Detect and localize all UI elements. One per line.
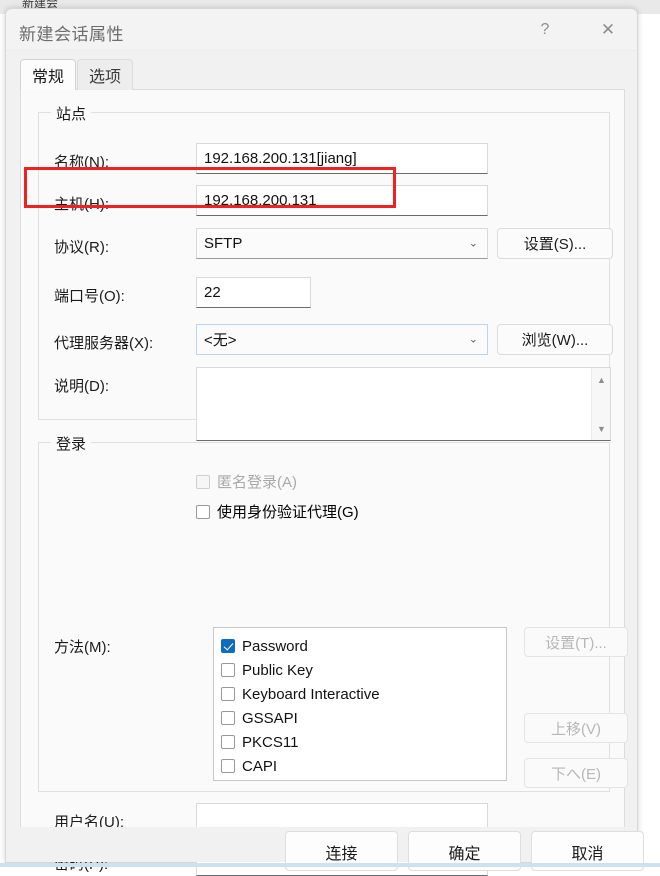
proxy-value: <无> — [204, 329, 237, 350]
protocol-combobox[interactable]: SFTP ⌄ — [196, 228, 488, 259]
auth-method-label: CAPI — [242, 758, 277, 775]
port-label: 端口号(O): — [54, 285, 125, 306]
anonymous-login-checkbox-row: 匿名登录(A) — [196, 471, 297, 492]
new-session-properties-dialog: 新建会话属性 ? ✕ 常规 选项 站点 名称(N): 192.168.200.1… — [5, 8, 638, 863]
use-auth-agent-checkbox[interactable] — [196, 505, 210, 519]
protocol-label: 协议(R): — [54, 236, 109, 257]
host-input[interactable]: 192.168.200.131 — [196, 185, 488, 216]
use-auth-agent-label: 使用身份验证代理(G) — [217, 501, 359, 522]
dialog-title: 新建会话属性 — [19, 20, 124, 45]
host-label: 主机(H): — [54, 193, 109, 214]
description-textarea[interactable]: ▲ ▼ — [196, 367, 611, 441]
method-move-up-button[interactable]: 上移(V) — [524, 713, 628, 743]
auth-method-checkbox[interactable] — [221, 735, 235, 749]
auth-method-label: Password — [242, 638, 308, 655]
anonymous-login-checkbox — [196, 475, 210, 489]
close-icon[interactable]: ✕ — [585, 9, 631, 51]
auth-method-label: GSSAPI — [242, 710, 298, 727]
tab-panel-general: 站点 名称(N): 192.168.200.131[jiang] 主机(H): … — [20, 89, 625, 829]
auth-method-checkbox[interactable] — [221, 687, 235, 701]
auth-method-item[interactable]: PKCS11 — [221, 730, 506, 754]
auth-method-list[interactable]: Password Public Key Keyboard Interactive GS… — [213, 627, 507, 781]
auth-method-item[interactable]: Password — [221, 634, 506, 658]
taskbar-strip — [0, 863, 660, 867]
dialog-footer: 连接 确定 取消 — [6, 827, 637, 862]
protocol-settings-button[interactable]: 设置(S)... — [497, 228, 613, 259]
method-label: 方法(M): — [54, 636, 111, 657]
auth-method-item[interactable]: CAPI — [221, 754, 506, 778]
port-input[interactable]: 22 — [196, 277, 311, 308]
use-auth-agent-checkbox-row[interactable]: 使用身份验证代理(G) — [196, 501, 359, 522]
proxy-browse-button[interactable]: 浏览(W)... — [497, 324, 613, 355]
proxy-label: 代理服务器(X): — [54, 332, 153, 353]
scroll-up-icon[interactable]: ▲ — [592, 370, 611, 389]
chevron-down-icon: ⌄ — [469, 238, 478, 249]
proxy-combobox[interactable]: <无> ⌄ — [196, 324, 488, 355]
login-group: 登录 匿名登录(A) 使用身份验证代理(G) 方法(M): PasswordPu… — [38, 442, 610, 792]
tab-general[interactable]: 常规 — [20, 59, 76, 90]
chevron-down-icon: ⌄ — [469, 334, 478, 345]
anonymous-login-label: 匿名登录(A) — [217, 471, 297, 492]
description-label: 说明(D): — [54, 375, 109, 396]
method-move-down-button[interactable]: 下へ(E) — [524, 758, 628, 788]
auth-method-item[interactable]: GSSAPI — [221, 706, 506, 730]
auth-method-label: Public Key — [242, 662, 313, 679]
auth-method-checkbox[interactable] — [221, 759, 235, 773]
description-scrollbar[interactable]: ▲ ▼ — [591, 368, 610, 440]
login-group-label: 登录 — [51, 433, 91, 454]
auth-method-checkbox[interactable] — [221, 663, 235, 677]
dialog-titlebar: 新建会话属性 ? ✕ — [6, 9, 637, 51]
protocol-value: SFTP — [204, 235, 242, 252]
auth-method-checkbox[interactable] — [221, 639, 235, 653]
name-input[interactable]: 192.168.200.131[jiang] — [196, 143, 488, 174]
tabstrip: 常规 选项 — [20, 59, 625, 90]
auth-method-label: Keyboard Interactive — [242, 686, 380, 703]
name-label: 名称(N): — [54, 151, 109, 172]
help-icon[interactable]: ? — [522, 9, 568, 51]
method-settings-button[interactable]: 设置(T)... — [524, 627, 628, 657]
site-group-label: 站点 — [51, 103, 91, 124]
auth-method-checkbox[interactable] — [221, 711, 235, 725]
auth-method-item[interactable]: Keyboard Interactive — [221, 682, 506, 706]
auth-method-item[interactable]: Public Key — [221, 658, 506, 682]
scroll-down-icon[interactable]: ▼ — [592, 419, 611, 438]
tab-options[interactable]: 选项 — [77, 59, 133, 90]
auth-method-label: PKCS11 — [242, 734, 298, 751]
site-group: 站点 名称(N): 192.168.200.131[jiang] 主机(H): … — [38, 112, 610, 420]
